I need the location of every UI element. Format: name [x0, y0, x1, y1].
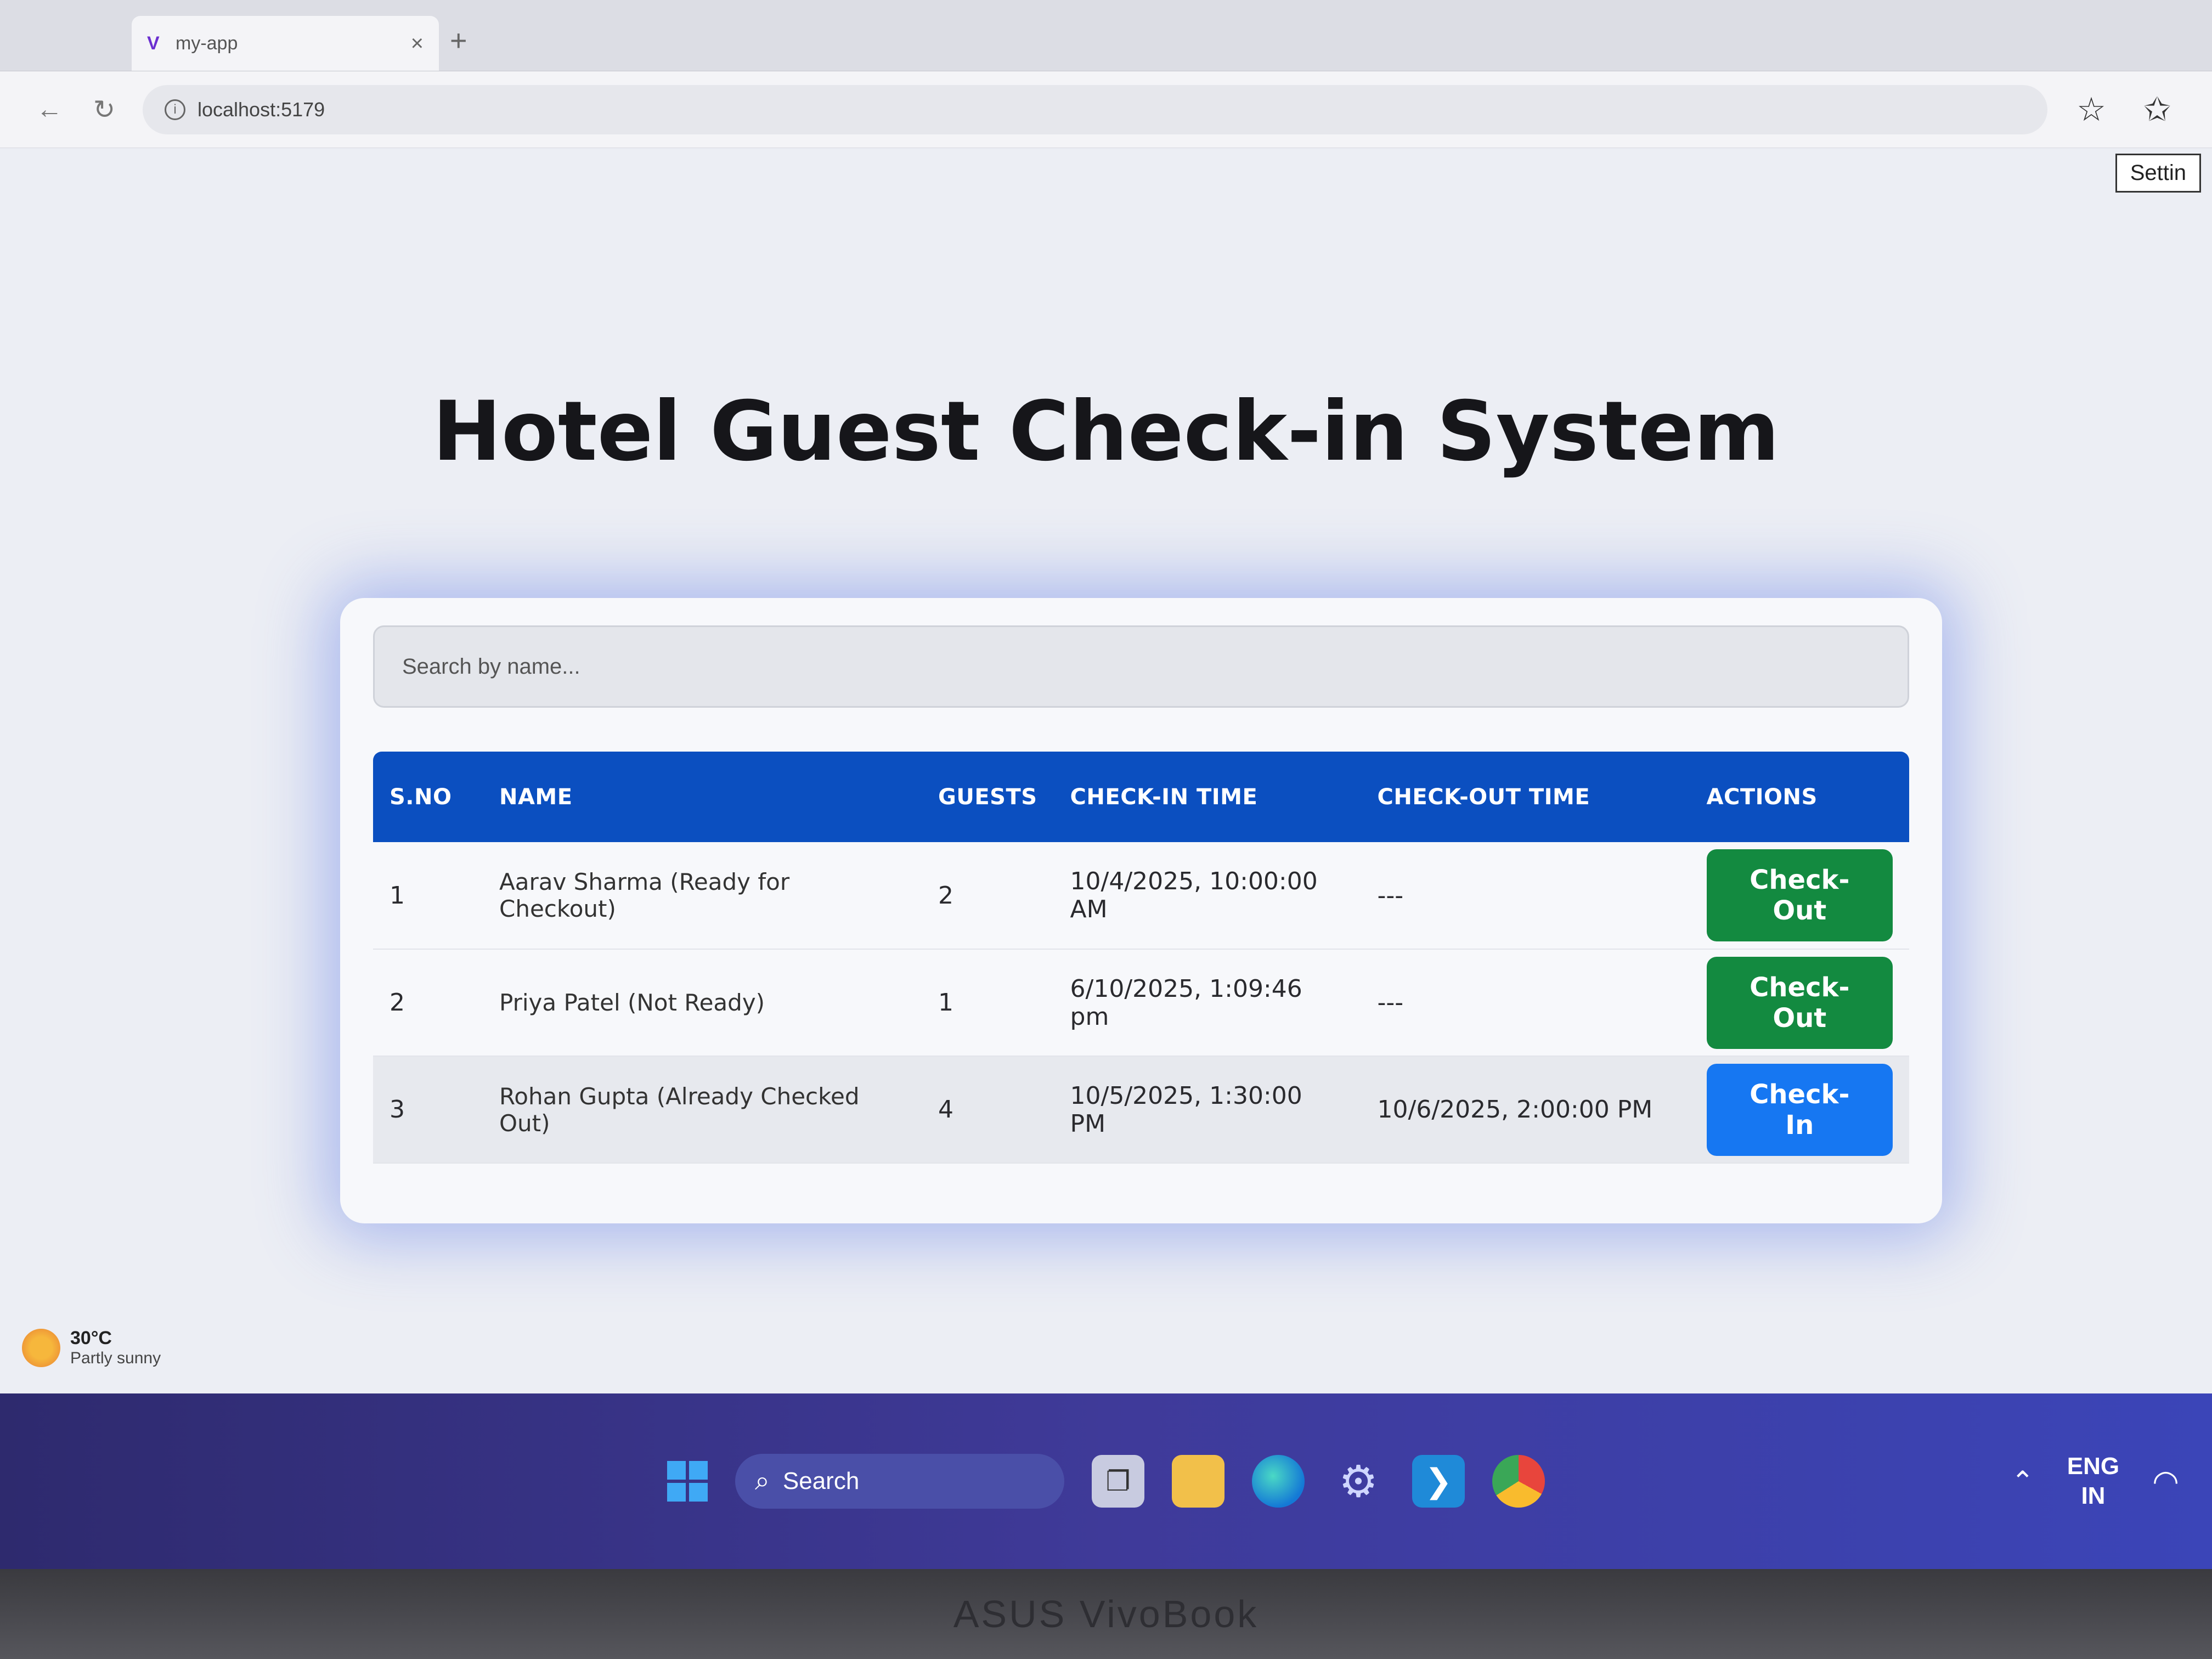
- lang-line1: ENG: [2067, 1453, 2120, 1480]
- chrome-icon[interactable]: [1492, 1455, 1545, 1508]
- edge-icon[interactable]: [1252, 1455, 1305, 1508]
- cell-checkin: 10/5/2025, 1:30:00 PM: [1053, 1056, 1361, 1164]
- cell-actions: Check-In: [1690, 1056, 1909, 1164]
- partly-sunny-icon: [22, 1328, 60, 1367]
- cell-sno: 3: [373, 1056, 483, 1164]
- vscode-icon[interactable]: ❯: [1412, 1455, 1465, 1508]
- chevron-up-icon[interactable]: ⌃: [2011, 1465, 2034, 1497]
- weather-temp: 30°C: [70, 1328, 112, 1348]
- close-tab-icon[interactable]: ×: [411, 31, 424, 56]
- url-field[interactable]: i localhost:5179: [143, 84, 2047, 134]
- settings-tooltip: Settin: [2115, 154, 2201, 193]
- table-row: 2 Priya Patel (Not Ready) 1 6/10/2025, 1…: [373, 949, 1909, 1057]
- cell-actions: Check-Out: [1690, 842, 1909, 950]
- task-view-icon[interactable]: ❐: [1092, 1455, 1144, 1508]
- column-header-checkin: CHECK-IN TIME: [1070, 784, 1258, 810]
- check-out-button[interactable]: Check-Out: [1706, 849, 1893, 941]
- weather-condition: Partly sunny: [70, 1349, 161, 1367]
- cell-guests: 1: [922, 949, 1054, 1057]
- tab-strip: V my-app × +: [0, 0, 2212, 71]
- column-header-sno: S.NO: [390, 784, 452, 810]
- search-icon: ⌕: [755, 1466, 770, 1496]
- tab-title: my-app: [176, 32, 238, 54]
- back-icon[interactable]: ←: [33, 94, 66, 125]
- site-info-icon[interactable]: i: [165, 99, 185, 120]
- guest-card: S.NO NAME GUESTS CHECK-IN TIME CHECK-OUT…: [340, 598, 1942, 1223]
- cell-checkout: ---: [1361, 842, 1690, 950]
- column-header-actions: ACTIONS: [1706, 784, 1818, 810]
- cell-sno: 1: [373, 842, 483, 950]
- settings-icon[interactable]: ⚙: [1332, 1455, 1385, 1508]
- taskbar: ⌕ Search ❐ ⚙ ❯ ⌃ ENG IN ◠: [0, 1393, 2212, 1569]
- taskbar-search[interactable]: ⌕ Search: [735, 1454, 1064, 1509]
- taskbar-search-label: Search: [782, 1468, 860, 1494]
- favorite-star-icon[interactable]: ☆: [2069, 91, 2113, 129]
- screen: V my-app × + ← ↻ i localhost:5179 ☆ ✩ Se…: [0, 0, 2212, 1569]
- laptop-brand: ASUS VivoBook: [953, 1593, 1259, 1635]
- weather-widget[interactable]: 30°C Partly sunny: [22, 1328, 161, 1368]
- guest-table: S.NO NAME GUESTS CHECK-IN TIME CHECK-OUT…: [373, 752, 1909, 1164]
- cell-checkin: 6/10/2025, 1:09:46 pm: [1053, 949, 1361, 1057]
- browser-tab[interactable]: V my-app ×: [132, 16, 439, 71]
- windows-start-icon[interactable]: [667, 1461, 708, 1502]
- cell-actions: Check-Out: [1690, 949, 1909, 1057]
- search-input[interactable]: [373, 625, 1909, 708]
- cell-guests: 2: [922, 842, 1054, 950]
- lang-line2: IN: [2081, 1482, 2106, 1509]
- url-text: localhost:5179: [198, 98, 325, 121]
- file-explorer-icon[interactable]: [1172, 1455, 1224, 1508]
- address-bar: ← ↻ i localhost:5179 ☆ ✩: [0, 71, 2212, 148]
- cell-name: Aarav Sharma (Ready for Checkout): [483, 842, 922, 950]
- wifi-icon[interactable]: ◠: [2152, 1463, 2179, 1499]
- cell-sno: 2: [373, 949, 483, 1057]
- cell-name: Rohan Gupta (Already Checked Out): [483, 1056, 922, 1164]
- new-tab-button[interactable]: +: [450, 24, 467, 58]
- language-indicator[interactable]: ENG IN: [2067, 1452, 2119, 1511]
- reload-icon[interactable]: ↻: [88, 94, 121, 125]
- vite-logo-icon: V: [147, 33, 160, 54]
- cell-checkout: 10/6/2025, 2:00:00 PM: [1361, 1056, 1690, 1164]
- table-header-row: S.NO NAME GUESTS CHECK-IN TIME CHECK-OUT…: [373, 752, 1909, 842]
- check-in-button[interactable]: Check-In: [1706, 1063, 1893, 1156]
- table-row: 3 Rohan Gupta (Already Checked Out) 4 10…: [373, 1056, 1909, 1164]
- cell-checkin: 10/4/2025, 10:00:00 AM: [1053, 842, 1361, 950]
- cell-checkout: ---: [1361, 949, 1690, 1057]
- column-header-name: NAME: [499, 784, 573, 810]
- column-header-guests: GUESTS: [938, 784, 1037, 810]
- column-header-checkout: CHECK-OUT TIME: [1377, 784, 1590, 810]
- table-row: 1 Aarav Sharma (Ready for Checkout) 2 10…: [373, 842, 1909, 950]
- check-out-button[interactable]: Check-Out: [1706, 956, 1893, 1049]
- cell-guests: 4: [922, 1056, 1054, 1164]
- page-title: Hotel Guest Check-in System: [432, 384, 1780, 479]
- favorites-icon[interactable]: ✩: [2135, 91, 2179, 129]
- system-tray: ⌃ ENG IN ◠: [2011, 1393, 2179, 1569]
- cell-name: Priya Patel (Not Ready): [483, 949, 922, 1057]
- laptop-bezel: ASUS VivoBook: [0, 1569, 2212, 1659]
